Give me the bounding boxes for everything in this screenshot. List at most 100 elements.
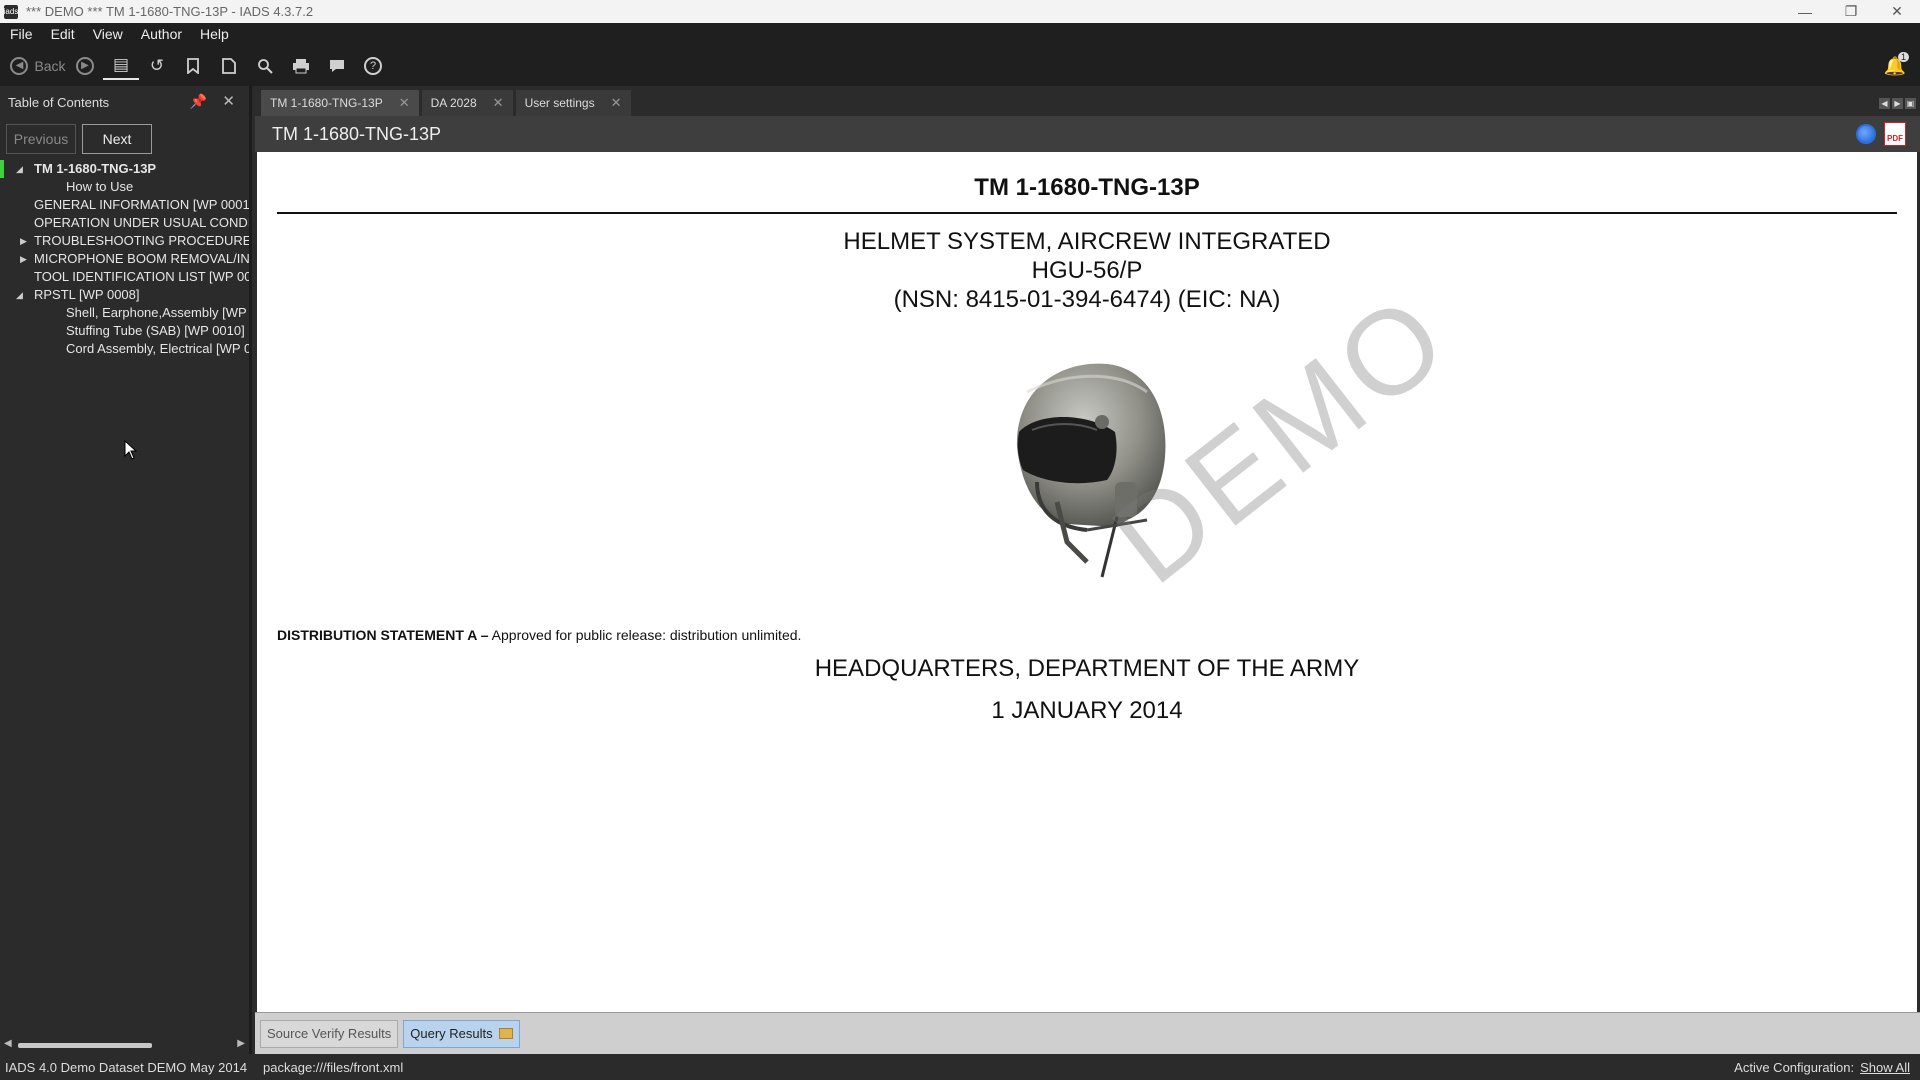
toc-item[interactable]: ◢ TM 1-1680-TNG-13P <box>0 160 249 178</box>
toc-horizontal-scrollbar[interactable]: ◀ ▶ <box>0 1036 249 1054</box>
toc-item[interactable]: ▶ MICROPHONE BOOM REMOVAL/INSTALLATION <box>0 250 249 268</box>
comment-button[interactable] <box>319 52 355 80</box>
restore-button[interactable]: ❐ <box>1828 0 1874 23</box>
menu-help[interactable]: Help <box>191 26 238 42</box>
search-button[interactable] <box>247 52 283 80</box>
menu-view[interactable]: View <box>84 26 132 42</box>
tab-label: TM 1-1680-TNG-13P <box>270 96 383 110</box>
toc-item[interactable]: ◢ RPSTL [WP 0008] <box>0 286 249 304</box>
toc-item[interactable]: How to Use <box>0 178 249 196</box>
document-page: TM 1-1680-TNG-13P HELMET SYSTEM, AIRCREW… <box>257 152 1917 1012</box>
page-button[interactable] <box>211 52 247 80</box>
toc-icon: ▤ <box>112 54 130 74</box>
help-icon: ? <box>364 56 382 75</box>
doc-title-line-2: HGU-56/P <box>1031 257 1143 284</box>
toc-item-label: RPSTL [WP 0008] <box>34 287 140 302</box>
tab-scroll-right-icon[interactable]: ▶ <box>1892 98 1903 109</box>
scrollbar-thumb[interactable] <box>18 1043 152 1048</box>
close-panel-icon[interactable]: ✕ <box>222 92 235 110</box>
publication-date: 1 JANUARY 2014 <box>991 697 1183 724</box>
bookmark-button[interactable] <box>175 52 211 80</box>
close-tab-icon[interactable]: ✕ <box>493 95 504 111</box>
app-icon: iads <box>4 4 18 19</box>
back-label: Back <box>34 57 66 74</box>
menu-author[interactable]: Author <box>132 26 191 42</box>
window-title: *** DEMO *** TM 1-1680-TNG-13P - IADS 4.… <box>26 4 314 19</box>
tab-user-settings[interactable]: User settings ✕ <box>515 90 631 116</box>
toc-item[interactable]: ▶ TROUBLESHOOTING PROCEDURES <box>0 232 249 250</box>
collapsed-arrow-icon[interactable]: ▶ <box>20 232 27 250</box>
notifications-button[interactable]: 🔔 1 <box>1882 52 1909 79</box>
toc-item[interactable]: TOOL IDENTIFICATION LIST [WP 0007] <box>0 268 249 286</box>
tab-tm[interactable]: TM 1-1680-TNG-13P ✕ <box>261 90 419 116</box>
tab-label: User settings <box>524 96 595 110</box>
toc-item[interactable]: OPERATION UNDER USUAL CONDITIONS <box>0 214 249 232</box>
scroll-left-icon[interactable]: ◀ <box>4 1038 12 1049</box>
pdf-icon[interactable]: PDF <box>1884 122 1906 146</box>
toc-tree: ◢ TM 1-1680-TNG-13P How to Use GENERAL INFO… <box>0 160 249 358</box>
scroll-right-icon[interactable]: ▶ <box>237 1038 245 1049</box>
toc-item-label: GENERAL INFORMATION [WP 0001] <box>34 197 249 212</box>
previous-button[interactable]: Previous <box>6 124 76 154</box>
doc-number: TM 1-1680-TNG-13P <box>974 174 1200 201</box>
source-verify-results-tab[interactable]: Source Verify Results <box>260 1019 399 1048</box>
menu-file[interactable]: File <box>0 26 42 42</box>
toc-item-label: Stuffing Tube (SAB) [WP 0010] <box>66 323 245 338</box>
tab-scroll-left-icon[interactable]: ◀ <box>1879 98 1890 109</box>
bottom-tab-label: Source Verify Results <box>267 1026 392 1041</box>
tab-list-icon[interactable]: ▣ <box>1905 98 1916 109</box>
print-icon <box>293 58 309 73</box>
toc-item[interactable]: Cord Assembly, Electrical [WP 0011] <box>0 340 249 358</box>
bookmark-icon <box>187 57 199 74</box>
forward-button[interactable]: ▶ <box>67 52 103 80</box>
history-icon: ↺ <box>149 55 165 75</box>
title-rule <box>277 212 1897 214</box>
expanded-arrow-icon[interactable]: ◢ <box>16 286 23 304</box>
back-button[interactable]: ◀ Back <box>9 52 67 80</box>
print-button[interactable] <box>283 52 319 80</box>
toc-item-label: OPERATION UNDER USUAL CONDITIONS <box>34 215 249 230</box>
distribution-text: Approved for public release: distributio… <box>488 627 802 643</box>
tab-da-2028[interactable]: DA 2028 ✕ <box>421 90 513 116</box>
headquarters-line: HEADQUARTERS, DEPARTMENT OF THE ARMY <box>814 655 1360 682</box>
toc-item[interactable]: GENERAL INFORMATION [WP 0001] <box>0 196 249 214</box>
page-icon <box>222 57 236 74</box>
toc-button[interactable]: ▤ <box>103 52 139 80</box>
show-all-link[interactable]: Show All <box>1860 1060 1910 1075</box>
toc-item-label: Shell, Earphone,Assembly [WP 0009] <box>66 305 249 320</box>
toc-panel-title: Table of Contents <box>8 94 110 110</box>
document-tab-bar: TM 1-1680-TNG-13P ✕ DA 2028 ✕ User setti… <box>255 86 1920 116</box>
status-bar: IADS 4.0 Demo Dataset DEMO May 2014 pack… <box>0 1054 1920 1080</box>
toc-item[interactable]: Shell, Earphone,Assembly [WP 0009] <box>0 304 249 322</box>
folder-icon <box>498 1028 513 1039</box>
next-button[interactable]: Next <box>82 124 152 154</box>
search-icon <box>258 58 273 74</box>
toc-item[interactable]: Stuffing Tube (SAB) [WP 0010] <box>0 322 249 340</box>
toolbar: ◀ Back ▶ ▤ ↺ ? 🔔 1 <box>0 45 1920 86</box>
distribution-statement: DISTRIBUTION STATEMENT A – Approved for … <box>277 627 801 643</box>
close-tab-icon[interactable]: ✕ <box>399 95 410 111</box>
comment-icon <box>330 59 344 72</box>
globe-icon[interactable] <box>1856 124 1876 144</box>
toc-item-label: How to Use <box>66 179 134 194</box>
minimize-button[interactable]: — <box>1782 0 1828 23</box>
toc-item-label: MICROPHONE BOOM REMOVAL/INSTALLATION <box>34 251 249 266</box>
content-header: TM 1-1680-TNG-13P PDF <box>255 116 1920 152</box>
expanded-arrow-icon[interactable]: ◢ <box>16 160 23 178</box>
doc-title-line-3: (NSN: 8415-01-394-6474) (EIC: NA) <box>893 286 1281 313</box>
collapsed-arrow-icon[interactable]: ▶ <box>20 250 27 268</box>
toc-panel: Table of Contents 📌 ✕ Previous Next ◢ TM … <box>0 86 252 1054</box>
query-results-tab[interactable]: Query Results <box>403 1019 520 1048</box>
active-configuration: Active Configuration: Show All <box>1734 1060 1910 1075</box>
toc-item-label: TM 1-1680-TNG-13P <box>34 161 157 176</box>
close-tab-icon[interactable]: ✕ <box>611 95 622 111</box>
pin-icon[interactable]: 📌 <box>190 93 207 110</box>
toc-item-label: TOOL IDENTIFICATION LIST [WP 0007] <box>34 269 249 284</box>
close-window-button[interactable]: ✕ <box>1874 0 1920 23</box>
history-button[interactable]: ↺ <box>139 52 175 80</box>
back-arrow-icon: ◀ <box>10 56 29 75</box>
help-button[interactable]: ? <box>355 52 391 80</box>
content-title: TM 1-1680-TNG-13P <box>272 123 442 144</box>
menu-bar: File Edit View Author Help <box>0 23 1920 45</box>
menu-edit[interactable]: Edit <box>42 26 84 42</box>
